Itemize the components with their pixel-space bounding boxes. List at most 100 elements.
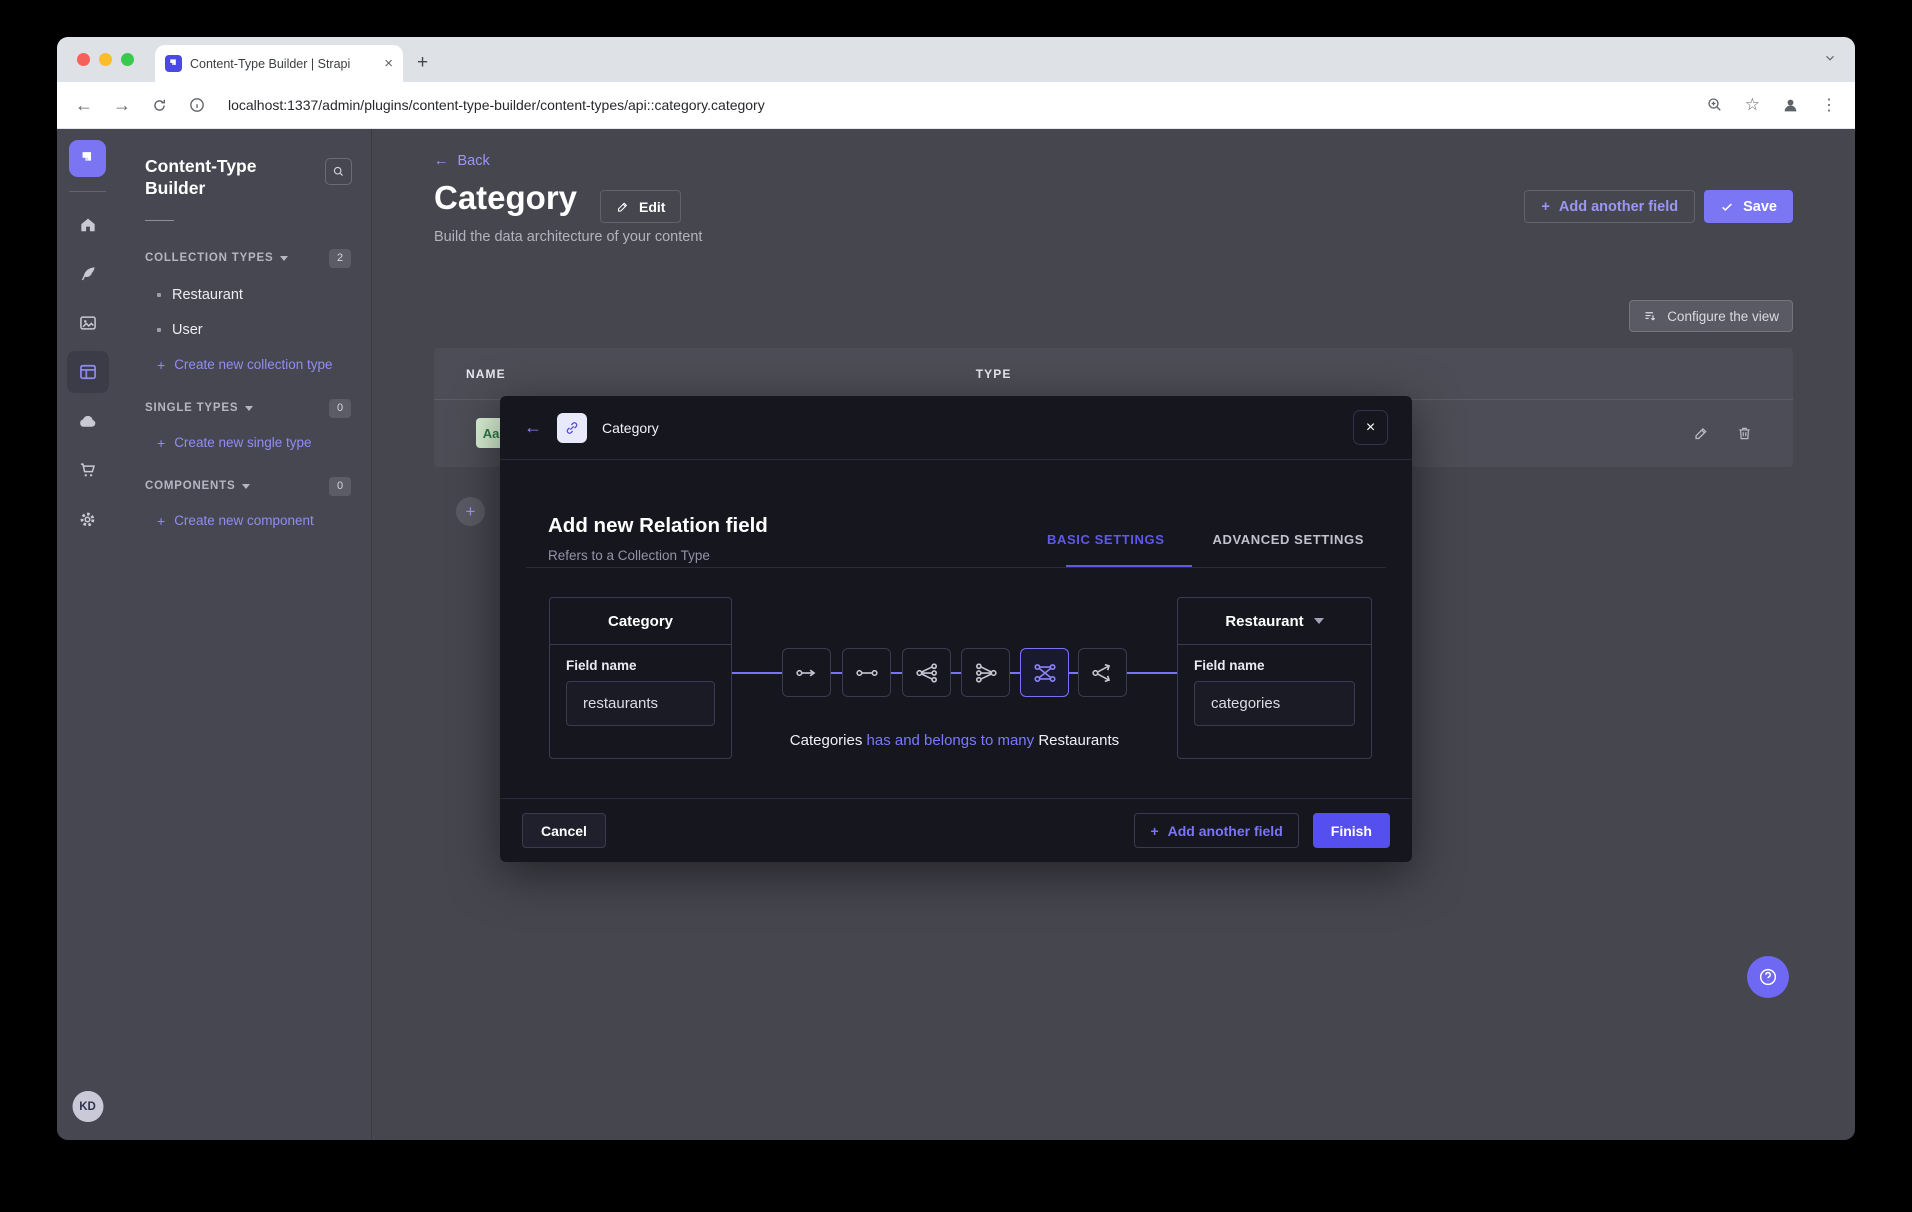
sidebar-item-user[interactable]: User: [145, 322, 371, 338]
modal-back-arrow-icon[interactable]: ←: [524, 417, 542, 438]
modal-breadcrumb: Category: [602, 420, 659, 436]
plus-icon: +: [157, 357, 165, 373]
browser-back-icon[interactable]: ←: [75, 95, 93, 116]
source-card-title: Category: [550, 598, 731, 645]
relation-many-to-one-button[interactable]: [961, 648, 1010, 697]
page-title: Category: [434, 179, 577, 217]
back-link[interactable]: ← Back: [434, 153, 490, 169]
section-single-types[interactable]: SINGLE TYPES 0: [145, 399, 351, 418]
edit-field-pencil-icon[interactable]: [1693, 425, 1710, 442]
bullet-icon: [157, 293, 161, 297]
browser-toolbar: ← → localhost:1337/admin/plugins/content…: [57, 82, 1855, 129]
screenshot-stage: Content-Type Builder | Strapi × + ← → lo…: [0, 0, 1912, 1212]
cancel-button[interactable]: Cancel: [522, 813, 606, 848]
section-collection-types[interactable]: COLLECTION TYPES 2: [145, 249, 351, 268]
relation-one-way-button[interactable]: [782, 648, 831, 697]
section-count-badge: 0: [329, 477, 351, 496]
new-tab-button[interactable]: +: [417, 52, 428, 74]
modal-header: ← Category ×: [500, 396, 1412, 460]
browser-forward-icon[interactable]: →: [113, 95, 131, 116]
browser-tab[interactable]: Content-Type Builder | Strapi ×: [155, 45, 403, 82]
section-label: COLLECTION TYPES: [145, 252, 273, 264]
relation-many-way-button[interactable]: [1078, 648, 1127, 697]
plus-icon: +: [157, 435, 165, 451]
delete-field-trash-icon[interactable]: [1736, 425, 1753, 442]
content-type-builder-icon[interactable]: [67, 351, 109, 393]
strapi-favicon-icon: [165, 55, 182, 72]
help-button[interactable]: [1747, 956, 1789, 998]
reload-icon[interactable]: [151, 97, 168, 114]
check-icon: [1720, 200, 1734, 214]
title-divider: [145, 220, 174, 221]
table-header-row: NAME TYPE: [434, 348, 1793, 400]
edit-button[interactable]: Edit: [600, 190, 681, 223]
modal-add-another-field-button[interactable]: + Add another field: [1134, 813, 1298, 848]
modal-subtitle: Refers to a Collection Type: [548, 548, 710, 563]
field-name-label: Field name: [1194, 658, 1355, 673]
section-count-badge: 0: [329, 399, 351, 418]
plus-icon: +: [157, 513, 165, 529]
modal-close-icon[interactable]: ×: [1353, 410, 1388, 445]
close-window-button[interactable]: [77, 53, 90, 66]
chevron-down-icon: [242, 484, 250, 489]
source-field-name-input[interactable]: restaurants: [566, 681, 715, 726]
tab-title: Content-Type Builder | Strapi: [190, 57, 376, 71]
settings-gear-icon[interactable]: [67, 498, 109, 540]
site-info-icon[interactable]: [188, 96, 206, 114]
bullet-icon: [157, 328, 161, 332]
cloud-icon[interactable]: [67, 400, 109, 442]
sidebar-item-restaurant[interactable]: Restaurant: [145, 287, 371, 303]
tabs-divider: [526, 567, 1386, 568]
user-avatar[interactable]: KD: [72, 1091, 103, 1122]
finish-button[interactable]: Finish: [1313, 813, 1390, 848]
bookmark-star-icon[interactable]: ☆: [1745, 95, 1760, 115]
plugin-sidebar: Content-Type Builder COLLECTION TYPES 2 …: [118, 129, 372, 1140]
add-relation-modal: ← Category × Add new Relation field Refe…: [500, 396, 1412, 862]
media-library-icon[interactable]: [67, 302, 109, 344]
back-arrow-icon: ←: [434, 153, 449, 169]
address-bar[interactable]: localhost:1337/admin/plugins/content-typ…: [228, 97, 1686, 113]
section-label: COMPONENTS: [145, 480, 235, 492]
create-component-link[interactable]: + Create new component: [145, 513, 371, 529]
strapi-logo[interactable]: [69, 140, 106, 177]
browser-tab-strip: Content-Type Builder | Strapi × +: [57, 37, 1855, 82]
question-mark-icon: [1757, 966, 1779, 988]
create-single-type-link[interactable]: + Create new single type: [145, 435, 371, 451]
configure-view-button[interactable]: Configure the view: [1629, 300, 1793, 332]
chevron-down-icon: [280, 256, 288, 261]
section-label: SINGLE TYPES: [145, 402, 238, 414]
nav-rail: KD: [57, 129, 118, 1140]
chevron-down-icon: [1314, 618, 1324, 624]
browser-menu-icon[interactable]: ⋮: [1821, 95, 1837, 115]
zoom-window-button[interactable]: [121, 53, 134, 66]
relation-many-to-many-button[interactable]: [1020, 648, 1069, 697]
section-components[interactable]: COMPONENTS 0: [145, 477, 351, 496]
content-manager-feather-icon[interactable]: [67, 253, 109, 295]
rail-divider: [69, 191, 106, 192]
save-button[interactable]: Save: [1704, 190, 1793, 223]
zoom-icon[interactable]: [1706, 96, 1724, 114]
profile-avatar-icon[interactable]: [1781, 96, 1800, 115]
relation-one-to-one-button[interactable]: [842, 648, 891, 697]
create-collection-type-link[interactable]: + Create new collection type: [145, 357, 371, 373]
page-subtitle: Build the data architecture of your cont…: [434, 229, 702, 245]
plus-icon: +: [1150, 823, 1158, 839]
target-collection-select[interactable]: Restaurant: [1178, 598, 1371, 645]
section-count-badge: 2: [329, 249, 351, 268]
add-another-field-button[interactable]: + Add another field: [1524, 190, 1695, 223]
tab-close-icon[interactable]: ×: [384, 56, 393, 71]
tab-search-chevron-icon[interactable]: [1823, 51, 1837, 65]
modal-title: Add new Relation field: [548, 514, 768, 538]
relation-link-icon: [557, 413, 587, 443]
relation-one-to-many-button[interactable]: [902, 648, 951, 697]
marketplace-cart-icon[interactable]: [67, 449, 109, 491]
add-field-plus-button[interactable]: +: [456, 497, 485, 526]
field-name-label: Field name: [566, 658, 715, 673]
home-icon[interactable]: [67, 204, 109, 246]
target-field-name-input[interactable]: categories: [1194, 681, 1355, 726]
minimize-window-button[interactable]: [99, 53, 112, 66]
search-button[interactable]: [325, 158, 352, 185]
tab-advanced-settings[interactable]: ADVANCED SETTINGS: [1212, 532, 1364, 547]
chevron-down-icon: [245, 406, 253, 411]
tab-basic-settings[interactable]: BASIC SETTINGS: [1047, 532, 1164, 547]
